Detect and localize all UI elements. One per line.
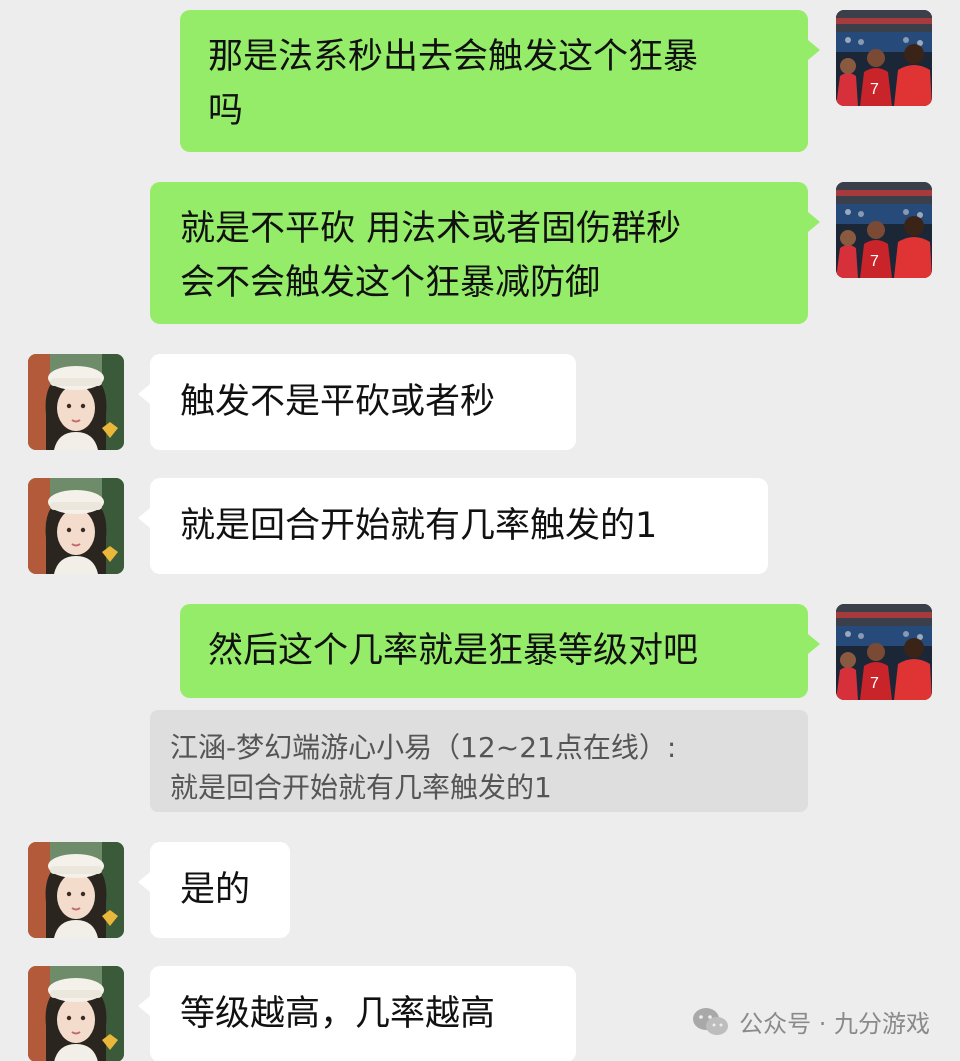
sender-avatar[interactable] [836, 182, 932, 278]
football-players-avatar-icon [836, 182, 932, 278]
receiver-avatar[interactable] [28, 842, 124, 938]
girl-beret-avatar-icon [28, 842, 124, 938]
receiver-avatar[interactable] [28, 478, 124, 574]
sent-message-bubble[interactable]: 然后这个几率就是狂暴等级对吧 [180, 604, 820, 698]
sender-avatar[interactable] [836, 604, 932, 700]
watermark-text: 公众号 · 九分游戏 [739, 1010, 930, 1038]
receiver-avatar[interactable] [28, 354, 124, 450]
receiver-avatar[interactable] [28, 966, 124, 1061]
received-message-bubble[interactable]: 就是回合开始就有几率触发的1 [138, 478, 768, 574]
girl-beret-avatar-icon [28, 354, 124, 450]
received-message-bubble[interactable]: 是的 [138, 842, 290, 938]
watermark: 公众号 · 九分游戏 [691, 1004, 930, 1039]
quote-text-line: 就是回合开始就有几率触发的1 [170, 771, 552, 804]
girl-beret-avatar-icon [28, 966, 124, 1061]
quoted-message[interactable]: 江涵-梦幻端游心小易（12~21点在线）: 就是回合开始就有几率触发的1 [150, 710, 808, 812]
football-players-avatar-icon [836, 604, 932, 700]
chat-window: 那是法系秒出去会触发这个狂暴 吗 就是不平砍 用法术或者固伤群秒 会不会触发这个… [0, 0, 960, 1061]
sent-message-bubble[interactable]: 就是不平砍 用法术或者固伤群秒 会不会触发这个狂暴减防御 [150, 182, 820, 324]
sent-message-bubble[interactable]: 那是法系秒出去会触发这个狂暴 吗 [180, 10, 820, 152]
football-players-avatar-icon [836, 10, 932, 106]
sender-avatar[interactable] [836, 10, 932, 106]
quote-author-line: 江涵-梦幻端游心小易（12~21点在线）: [170, 731, 677, 764]
girl-beret-avatar-icon [28, 478, 124, 574]
received-message-bubble[interactable]: 等级越高，几率越高 [138, 966, 576, 1061]
received-message-bubble[interactable]: 触发不是平砍或者秒 [138, 354, 576, 450]
wechat-icon [693, 1007, 729, 1035]
